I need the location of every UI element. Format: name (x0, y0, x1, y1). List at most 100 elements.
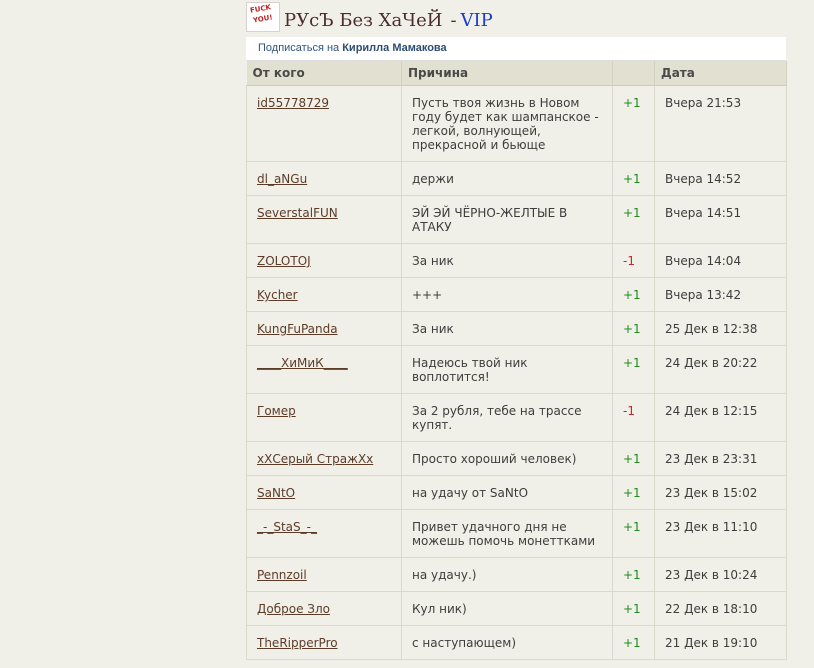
content-area: FUCK YOU! РУсЪ Без ХаЧеЙ - VIP Подписаться… (246, 0, 787, 660)
table-header-row: От кого Причина Дата (246, 61, 787, 86)
header-from: От кого (246, 61, 402, 86)
cell-from: Pennzoil (246, 557, 402, 592)
cell-from: Kycher (246, 277, 402, 312)
header-vote (612, 61, 655, 86)
cell-vote: +1 (612, 441, 655, 476)
cell-reason: с наступающем) (401, 625, 613, 660)
cell-from: TheRipperPro (246, 625, 402, 660)
cell-vote: -1 (612, 243, 655, 278)
cell-vote: +1 (612, 625, 655, 660)
table-row: Доброе Зло Кул ник) +1 22 Дек в 18:10 (246, 591, 787, 626)
cell-from: хХСерый СтражХх (246, 441, 402, 476)
table-row: id55778729 Пусть твоя жизнь в Новом году … (246, 85, 787, 162)
subscribe-prefix: Подписаться на (258, 42, 340, 54)
cell-reason: За ник (401, 243, 613, 278)
table-row: ____ХиМиК____ Надеюсь твой ник воплотится… (246, 345, 787, 394)
cell-vote: +1 (612, 345, 655, 394)
table-row: хХСерый СтражХх Просто хороший человек) +1… (246, 441, 787, 476)
cell-date: 23 Дек в 10:24 (654, 557, 787, 592)
user-link[interactable]: SaNtO (257, 486, 295, 500)
cell-from: Гомер (246, 393, 402, 442)
cell-from: id55778729 (246, 85, 402, 162)
cell-reason: держи (401, 161, 613, 196)
user-link[interactable]: Доброе Зло (257, 602, 330, 616)
cell-reason: Надеюсь твой ник воплотится! (401, 345, 613, 394)
cell-from: SaNtO (246, 475, 402, 510)
cell-reason: Привет удачного дня не можешь помочь мон… (401, 509, 613, 558)
subscribe-bar: Подписаться на Кирилла Мамакова (246, 37, 786, 61)
table-row: dl_aNGu держи +1 Вчера 14:52 (246, 161, 787, 196)
cell-reason: +++ (401, 277, 613, 312)
cell-date: 22 Дек в 18:10 (654, 591, 787, 626)
cell-vote: +1 (612, 195, 655, 244)
cell-vote: +1 (612, 85, 655, 162)
title-dash: - (450, 10, 457, 31)
cell-date: Вчера 14:52 (654, 161, 787, 196)
subscribe-link[interactable]: Кирилла Мамакова (342, 42, 446, 54)
user-link[interactable]: SeverstalFUN (257, 206, 338, 220)
header-reason: Причина (401, 61, 613, 86)
table-body: id55778729 Пусть твоя жизнь в Новом году … (246, 85, 787, 660)
user-link[interactable]: Гомер (257, 404, 296, 418)
logo-text-bottom: YOU! (252, 13, 274, 25)
table-row: Pennzoil на удачу.) +1 23 Дек в 10:24 (246, 557, 787, 592)
user-link[interactable]: хХСерый СтражХх (257, 452, 373, 466)
cell-from: ____ХиМиК____ (246, 345, 402, 394)
cell-date: 23 Дек в 15:02 (654, 475, 787, 510)
table-row: SeverstalFUN ЭЙ ЭЙ ЧЁРНО-ЖЕЛТЫЕ В АТАКУ +1… (246, 195, 787, 244)
cell-from: Доброе Зло (246, 591, 402, 626)
page-header: FUCK YOU! РУсЪ Без ХаЧеЙ - VIP (246, 0, 786, 37)
cell-reason: ЭЙ ЭЙ ЧЁРНО-ЖЕЛТЫЕ В АТАКУ (401, 195, 613, 244)
vip-label: VIP (460, 10, 493, 31)
cell-vote: +1 (612, 591, 655, 626)
cell-date: 24 Дек в 12:15 (654, 393, 787, 442)
cell-date: 23 Дек в 11:10 (654, 509, 787, 558)
cell-reason: За ник (401, 311, 613, 346)
cell-from: KungFuPanda (246, 311, 402, 346)
user-link[interactable]: ZOLOTOJ (257, 254, 311, 268)
user-link[interactable]: dl_aNGu (257, 172, 307, 186)
cell-reason: Пусть твоя жизнь в Новом году будет как … (401, 85, 613, 162)
cell-date: 25 Дек в 12:38 (654, 311, 787, 346)
user-link[interactable]: TheRipperPro (257, 636, 338, 650)
page-title: РУсЪ Без ХаЧеЙ - VIP (284, 10, 493, 31)
cell-vote: +1 (612, 475, 655, 510)
user-link[interactable]: Pennzoil (257, 568, 307, 582)
header-date: Дата (654, 61, 787, 86)
cell-date: Вчера 14:51 (654, 195, 787, 244)
reputation-table: От кого Причина Дата id55778729 Пусть тво… (246, 61, 787, 660)
title-text: РУсЪ Без ХаЧеЙ (284, 10, 443, 31)
cell-from: ZOLOTOJ (246, 243, 402, 278)
cell-vote: -1 (612, 393, 655, 442)
table-row: TheRipperPro с наступающем) +1 21 Дек в 19:… (246, 625, 787, 660)
user-link[interactable]: id55778729 (257, 96, 329, 110)
cell-reason: на удачу.) (401, 557, 613, 592)
cell-from: _-_StaS_-_ (246, 509, 402, 558)
logo-image: FUCK YOU! (246, 2, 280, 32)
cell-vote: +1 (612, 277, 655, 312)
user-link[interactable]: _-_StaS_-_ (257, 520, 317, 534)
table-row: KungFuPanda За ник +1 25 Дек в 12:38 (246, 311, 787, 346)
cell-date: 21 Дек в 19:10 (654, 625, 787, 660)
cell-reason: на удачу от SaNtO (401, 475, 613, 510)
table-row: ZOLOTOJ За ник -1 Вчера 14:04 (246, 243, 787, 278)
table-row: Kycher +++ +1 Вчера 13:42 (246, 277, 787, 312)
cell-date: 23 Дек в 23:31 (654, 441, 787, 476)
cell-reason: Просто хороший человек) (401, 441, 613, 476)
cell-reason: Кул ник) (401, 591, 613, 626)
user-link[interactable]: ____ХиМиК____ (257, 356, 348, 370)
table-row: Гомер За 2 рубля, тебе на трассе купят. -1… (246, 393, 787, 442)
cell-date: Вчера 13:42 (654, 277, 787, 312)
table-row: _-_StaS_-_ Привет удачного дня не можешь … (246, 509, 787, 558)
cell-date: Вчера 14:04 (654, 243, 787, 278)
user-link[interactable]: Kycher (257, 288, 298, 302)
cell-vote: +1 (612, 311, 655, 346)
cell-date: Вчера 21:53 (654, 85, 787, 162)
cell-reason: За 2 рубля, тебе на трассе купят. (401, 393, 613, 442)
cell-vote: +1 (612, 161, 655, 196)
cell-vote: +1 (612, 557, 655, 592)
cell-vote: +1 (612, 509, 655, 558)
user-link[interactable]: KungFuPanda (257, 322, 338, 336)
cell-from: SeverstalFUN (246, 195, 402, 244)
cell-date: 24 Дек в 20:22 (654, 345, 787, 394)
